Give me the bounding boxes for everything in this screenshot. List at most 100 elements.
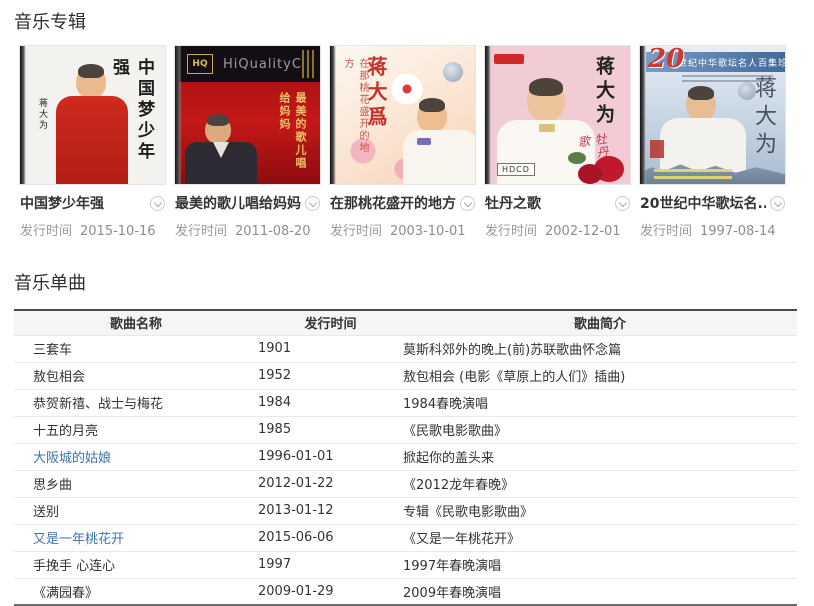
release-date-value: 2015-10-16 [80, 224, 156, 239]
song-intro-cell: 掀起你的盖头来 [403, 443, 797, 470]
song-intro-cell: 《民歌电影歌曲》 [403, 416, 797, 443]
table-row: 手挽手 心连心19971997年春晚演唱 [14, 551, 797, 578]
hdcd-logo: HDCD [497, 163, 535, 176]
table-row: 送别2013-01-12专辑《民歌电影歌曲》 [14, 497, 797, 524]
chevron-down-icon[interactable] [460, 196, 475, 211]
song-date-cell: 1984 [258, 389, 403, 416]
album-card: 蒋大为 牡丹之歌 HDCD 牡丹之歌 发行时间 2002-12-01 [485, 46, 630, 239]
song-date-cell: 1997 [258, 551, 403, 578]
song-date-cell: 2009-01-29 [258, 578, 403, 605]
cover-artist-text: 蒋大为 [747, 76, 779, 160]
album-cover[interactable]: 蒋大为 中国梦少年强 [20, 46, 165, 184]
song-name-cell: 敖包相会 [14, 362, 258, 389]
song-name-cell: 手挽手 心连心 [14, 551, 258, 578]
song-date-cell: 1901 [258, 335, 403, 362]
cover-figure [205, 116, 231, 144]
song-date-cell: 2012-01-22 [258, 470, 403, 497]
cover-figure [76, 66, 106, 99]
cover-top-band: HQ HiQualityCD [175, 46, 320, 82]
chevron-down-icon[interactable] [770, 196, 785, 211]
chevron-down-icon[interactable] [150, 196, 165, 211]
song-name-cell: 恭贺新禧、战士与梅花 [14, 389, 258, 416]
album-card: 蒋大爲 在那桃花盛开的地方 在那桃花盛开的地方 发行时间2003-10-01 [330, 46, 475, 239]
table-row: 三套车1901莫斯科郊外的晚上(前)苏联歌曲怀念篇 [14, 335, 797, 362]
song-date-cell: 1996-01-01 [258, 443, 403, 470]
cover-title-calligraphy: 中国梦少年强 [107, 58, 157, 178]
release-date-value: 2002-12-01 [545, 224, 621, 239]
album-cover[interactable]: 世纪中华歌坛名人百集珍藏版 20 蒋大为 [640, 46, 785, 184]
song-name-link[interactable]: 又是一年桃花开 [14, 524, 258, 551]
flower-decor [390, 72, 424, 106]
cover-title-text: 在那桃花盛开的地方 [340, 58, 370, 162]
table-row: 思乡曲2012-01-22《2012龙年春晚》 [14, 470, 797, 497]
album-release-row: 发行时间2003-10-01 [330, 220, 475, 239]
album-release-row: 发行时间 2011-08-20 [175, 220, 320, 239]
column-header-song-intro: 歌曲简介 [403, 310, 797, 335]
album-card: 蒋大为 中国梦少年强 中国梦少年强 发行时间 2015-10-16 [20, 46, 165, 239]
cover-figure [417, 100, 447, 133]
table-row: 又是一年桃花开2015-06-06《又是一年桃花开》 [14, 524, 797, 551]
cover-title-text: 最美的歌儿唱给妈妈 [276, 92, 308, 180]
album-cover[interactable]: HQ HiQualityCD 最美的歌儿唱给妈妈 [175, 46, 320, 184]
song-name-cell: 送别 [14, 497, 258, 524]
album-title[interactable]: 牡丹之歌 [485, 193, 541, 213]
chevron-down-icon[interactable] [305, 196, 320, 211]
album-release-row: 发行时间 2002-12-01 [485, 220, 630, 239]
chevron-down-icon[interactable] [615, 196, 630, 211]
album-title[interactable]: 中国梦少年强 [20, 193, 104, 213]
table-row: 十五的月亮1985《民歌电影歌曲》 [14, 416, 797, 443]
cover-figure [527, 80, 565, 122]
song-name-cell: 十五的月亮 [14, 416, 258, 443]
cover-artist-text: 蒋大为 [591, 56, 618, 128]
album-cover[interactable]: 蒋大为 牡丹之歌 HDCD [485, 46, 630, 184]
album-title[interactable]: 20世纪中华歌坛名... [640, 193, 766, 213]
release-date-label: 发行时间 [20, 224, 72, 239]
song-date-cell: 1952 [258, 362, 403, 389]
song-name-link[interactable]: 大阪城的姑娘 [14, 443, 258, 470]
albums-section-title: 音乐专辑 [14, 12, 800, 34]
release-date-value: 1997-08-14 [700, 224, 776, 239]
table-row: 恭贺新禧、战士与梅花19841984春晚演唱 [14, 389, 797, 416]
singles-table-body: 三套车1901莫斯科郊外的晚上(前)苏联歌曲怀念篇敖包相会1952敖包相会 (电… [14, 335, 797, 605]
peony-decor [594, 156, 624, 182]
hq-logo: HQ [187, 54, 213, 74]
song-intro-cell: 1997年春晚演唱 [403, 551, 797, 578]
album-title[interactable]: 最美的歌儿唱给妈妈 [175, 193, 301, 213]
album-card: 世纪中华歌坛名人百集珍藏版 20 蒋大为 20世纪中华歌坛名... 发行时间 19… [640, 46, 785, 239]
cover-banner-text: HiQualityCD [223, 57, 313, 72]
song-name-cell: 思乡曲 [14, 470, 258, 497]
cover-figure [686, 88, 716, 121]
album-card-list: 蒋大为 中国梦少年强 中国梦少年强 发行时间 2015-10-16 HQ HiQu… [20, 46, 800, 239]
album-title[interactable]: 在那桃花盛开的地方 [330, 193, 456, 213]
table-row: 《满园春》2009-01-292009年春晚演唱 [14, 578, 797, 605]
seal-decor [650, 140, 664, 158]
singles-section-title: 音乐单曲 [14, 273, 800, 295]
release-date-value: 2011-08-20 [235, 224, 311, 239]
cover-decor [654, 169, 732, 180]
song-name-cell: 《满园春》 [14, 578, 258, 605]
release-date-label: 发行时间 [330, 224, 382, 239]
bow-tie-decor [417, 138, 431, 145]
album-cover[interactable]: 蒋大爲 在那桃花盛开的地方 [330, 46, 475, 184]
song-intro-cell: 2009年春晚演唱 [403, 578, 797, 605]
album-card: HQ HiQualityCD 最美的歌儿唱给妈妈 最美的歌儿唱给妈妈 发行时间 2… [175, 46, 320, 239]
song-date-cell: 2015-06-06 [258, 524, 403, 551]
song-intro-cell: 《又是一年桃花开》 [403, 524, 797, 551]
release-date-label: 发行时间 [640, 224, 692, 239]
song-intro-cell: 1984春晚演唱 [403, 389, 797, 416]
song-intro-cell: 莫斯科郊外的晚上(前)苏联歌曲怀念篇 [403, 335, 797, 362]
release-date-label: 发行时间 [485, 224, 537, 239]
cover-figure-body [403, 130, 475, 184]
release-date-label: 发行时间 [175, 224, 227, 239]
song-intro-cell: 《2012龙年春晚》 [403, 470, 797, 497]
label-logo [494, 54, 524, 64]
disc-logo [443, 62, 463, 82]
table-header-row: 歌曲名称 发行时间 歌曲简介 [14, 310, 797, 335]
page-container: 音乐专辑 蒋大为 中国梦少年强 中国梦少年强 发行时间 2015-10-16 HQ [0, 0, 814, 606]
song-intro-cell: 敖包相会 (电影《草原上的人们》插曲) [403, 362, 797, 389]
singles-table: 歌曲名称 发行时间 歌曲简介 三套车1901莫斯科郊外的晚上(前)苏联歌曲怀念篇… [14, 309, 797, 606]
table-row: 敖包相会1952敖包相会 (电影《草原上的人们》插曲) [14, 362, 797, 389]
song-date-cell: 2013-01-12 [258, 497, 403, 524]
cover-decor [302, 50, 316, 78]
album-release-row: 发行时间 1997-08-14 [640, 220, 785, 239]
